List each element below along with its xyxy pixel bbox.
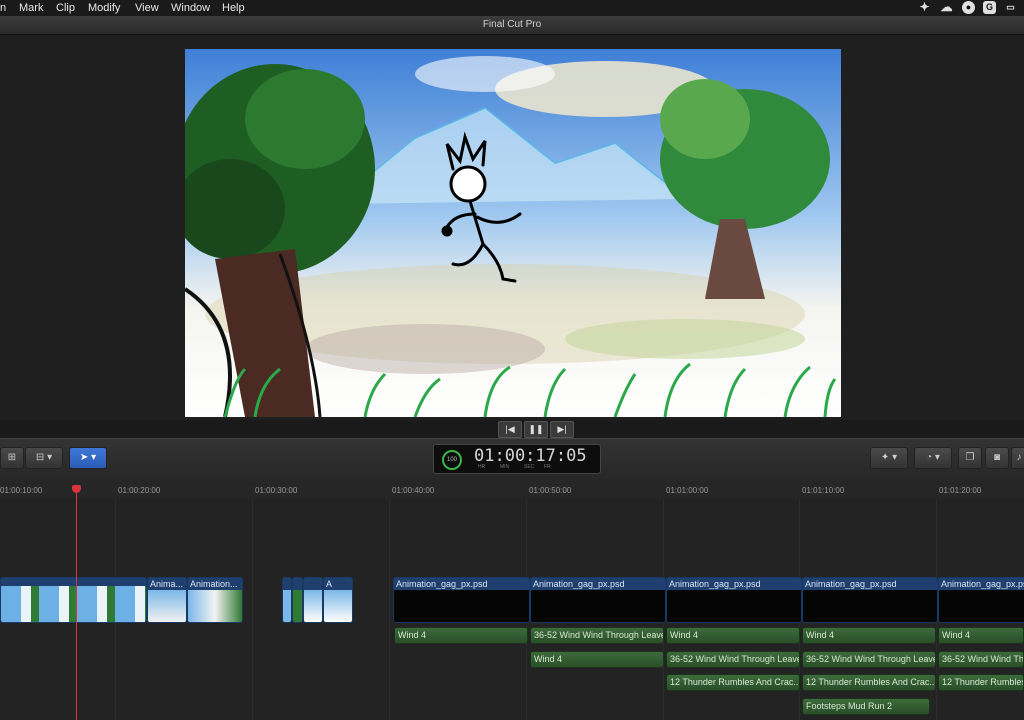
pause-button[interactable]: ❚❚ (524, 421, 548, 438)
cloud-sync-icon[interactable]: ☁ (940, 1, 953, 14)
audio-clip[interactable]: 36-52 Wind Wind Through Leaves (802, 651, 936, 668)
clip-label: Animation_gag_px.psd (533, 579, 625, 589)
timeline-ruler[interactable]: 01:00:10:00 01:00:20:00 01:00:30:00 01:0… (0, 483, 1024, 500)
menu-app[interactable]: n (0, 2, 6, 14)
append-clip-button[interactable]: ⊟ ▾ (25, 447, 63, 469)
ruler-tick: 01:00:20:00 (118, 486, 161, 495)
clip-thumbnail (188, 590, 242, 622)
menu-modify[interactable]: Modify (88, 2, 120, 14)
magic-wand-button[interactable]: ✦ ▾ (870, 447, 908, 469)
ruler-tick: 01:00:40:00 (392, 486, 435, 495)
unit-fr: FR (544, 464, 551, 470)
ruler-tick: 01:01:20:00 (939, 486, 982, 495)
previous-frame-button[interactable]: |◀ (498, 421, 522, 438)
circle-app-icon[interactable]: ● (962, 1, 975, 14)
ruler-tick: 01:01:00:00 (666, 486, 709, 495)
clip-thumbnail (324, 590, 352, 622)
clip-thumbnail (939, 590, 1024, 622)
video-clip[interactable]: A (323, 577, 353, 623)
menu-window[interactable]: Window (171, 2, 210, 14)
window-title-bar: Final Cut Pro (0, 16, 1024, 35)
unit-min: MIN (500, 464, 510, 470)
clip-thumbnail (283, 590, 291, 622)
arrow-select-tool[interactable]: ➤ ▾ (69, 447, 107, 469)
timecode-value: 01:00:17:05 (474, 446, 587, 466)
clip-label: A (326, 579, 333, 589)
video-preview-frame[interactable] (185, 49, 841, 417)
clip-label: Animation_gag_px.psd (941, 579, 1024, 589)
timeline-toolbar: ⊞ ⊟ ▾ ➤ ▾ 100 01:00:17:05 HR MIN SEC FR … (0, 438, 1024, 484)
ruler-tick: 01:01:10:00 (802, 486, 845, 495)
retime-button[interactable]: ◔ ▾ (914, 447, 952, 469)
video-clip[interactable]: Animation... (187, 577, 243, 623)
dropbox-icon[interactable]: ✦ (918, 1, 931, 14)
video-clip[interactable] (292, 577, 303, 623)
clip-thumbnail (304, 590, 322, 622)
audio-clip[interactable]: Wind 4 (394, 627, 528, 644)
video-clip[interactable]: Anima... (147, 577, 187, 623)
video-clip[interactable]: Animation_gag_px.psd (666, 577, 802, 623)
audio-clip[interactable]: Footsteps Mud Run 2 (802, 698, 930, 715)
audio-clip[interactable]: 12 Thunder Rumbles And Crac... (666, 674, 800, 691)
camera-icon[interactable]: ◙ (985, 447, 1009, 469)
unit-hr: HR (478, 464, 486, 470)
clip-thumbnail (667, 590, 801, 622)
ruler-tick: 01:00:10:00 (0, 486, 43, 495)
clip-thumbnail (803, 590, 937, 622)
audio-clip[interactable]: 36-52 Wind Wind Through Leaves (666, 651, 800, 668)
playhead-line[interactable] (76, 487, 77, 720)
viewer-panel (0, 35, 1024, 420)
video-clip[interactable]: Animation_gag_px.psd (938, 577, 1024, 623)
audio-clip[interactable]: Wind 4 (938, 627, 1024, 644)
grammarly-icon[interactable]: G (983, 1, 996, 14)
video-clip[interactable] (303, 577, 323, 623)
clip-label: Anima... (150, 579, 184, 589)
clip-thumbnail (531, 590, 665, 622)
connect-clip-button[interactable]: ⊞ (0, 447, 24, 469)
clip-label: Animation_gag_px.psd (805, 579, 897, 589)
ruler-tick: 01:00:30:00 (255, 486, 298, 495)
airplay-icon[interactable]: ▭ (1004, 1, 1017, 14)
video-clip[interactable] (0, 577, 147, 623)
duplicate-icon[interactable]: ❐ (958, 447, 982, 469)
audio-clip[interactable]: 36-52 Wind Wind Thro (938, 651, 1024, 668)
clip-thumbnail (394, 590, 529, 622)
audio-clip[interactable]: 12 Thunder Rumbles And Crac... (802, 674, 936, 691)
render-percent-indicator: 100 (442, 450, 462, 470)
audio-icon[interactable]: ♪ (1011, 447, 1024, 469)
video-clip[interactable] (282, 577, 292, 623)
audio-clip[interactable]: Wind 4 (666, 627, 800, 644)
menu-help[interactable]: Help (222, 2, 245, 14)
video-clip[interactable]: Animation_gag_px.psd (530, 577, 666, 623)
cartoon-frame-illustration (185, 49, 841, 417)
clip-thumbnail (293, 590, 302, 622)
audio-clip[interactable]: 12 Thunder Rumbles And (938, 674, 1024, 691)
window-title: Final Cut Pro (482, 19, 542, 30)
audio-clip[interactable]: 36-52 Wind Wind Through Leaves (530, 627, 664, 644)
unit-sec: SEC (524, 464, 535, 470)
transport-bar: |◀ ❚❚ ▶| (0, 420, 1024, 438)
clip-label: Animation_gag_px.psd (669, 579, 761, 589)
audio-clip[interactable]: Wind 4 (530, 651, 664, 668)
menu-bar: n Mark Clip Modify View Window Help ✦ ☁ … (0, 0, 1024, 16)
menu-clip[interactable]: Clip (56, 2, 75, 14)
menu-view[interactable]: View (135, 2, 159, 14)
video-clip[interactable]: Animation_gag_px.psd (393, 577, 530, 623)
ruler-tick: 01:00:50:00 (529, 486, 572, 495)
menu-mark[interactable]: Mark (19, 2, 43, 14)
clip-label: Animation... (190, 579, 238, 589)
video-clip[interactable]: Animation_gag_px.psd (802, 577, 938, 623)
timecode-display[interactable]: 100 01:00:17:05 HR MIN SEC FR (433, 444, 601, 474)
audio-clip[interactable]: Wind 4 (802, 627, 936, 644)
clip-label: Animation_gag_px.psd (396, 579, 488, 589)
clip-thumbnail (1, 586, 146, 622)
clip-thumbnail (148, 590, 186, 622)
next-frame-button[interactable]: ▶| (550, 421, 574, 438)
